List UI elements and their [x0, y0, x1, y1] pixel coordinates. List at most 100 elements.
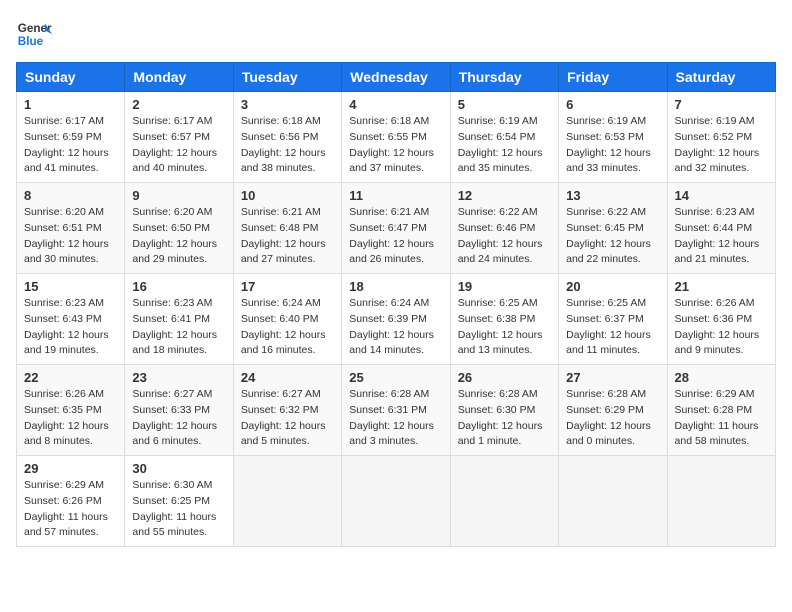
day-info: Sunrise: 6:24 AM Sunset: 6:40 PM Dayligh…	[241, 296, 334, 359]
day-number: 29	[24, 461, 117, 476]
day-number: 28	[675, 370, 768, 385]
day-info: Sunrise: 6:28 AM Sunset: 6:31 PM Dayligh…	[349, 387, 442, 450]
calendar-cell	[450, 456, 558, 547]
day-number: 22	[24, 370, 117, 385]
day-info: Sunrise: 6:26 AM Sunset: 6:35 PM Dayligh…	[24, 387, 117, 450]
calendar-cell: 29 Sunrise: 6:29 AM Sunset: 6:26 PM Dayl…	[17, 456, 125, 547]
calendar-cell: 24 Sunrise: 6:27 AM Sunset: 6:32 PM Dayl…	[233, 365, 341, 456]
day-info: Sunrise: 6:19 AM Sunset: 6:54 PM Dayligh…	[458, 114, 551, 177]
calendar-cell: 15 Sunrise: 6:23 AM Sunset: 6:43 PM Dayl…	[17, 274, 125, 365]
day-number: 3	[241, 97, 334, 112]
page-header: General Blue	[16, 16, 776, 52]
day-info: Sunrise: 6:22 AM Sunset: 6:46 PM Dayligh…	[458, 205, 551, 268]
calendar-cell: 8 Sunrise: 6:20 AM Sunset: 6:51 PM Dayli…	[17, 183, 125, 274]
svg-text:Blue: Blue	[18, 35, 44, 48]
day-info: Sunrise: 6:23 AM Sunset: 6:43 PM Dayligh…	[24, 296, 117, 359]
weekday-header-thursday: Thursday	[450, 63, 558, 92]
day-info: Sunrise: 6:27 AM Sunset: 6:33 PM Dayligh…	[132, 387, 225, 450]
calendar-cell: 13 Sunrise: 6:22 AM Sunset: 6:45 PM Dayl…	[559, 183, 667, 274]
day-info: Sunrise: 6:20 AM Sunset: 6:50 PM Dayligh…	[132, 205, 225, 268]
calendar-cell: 18 Sunrise: 6:24 AM Sunset: 6:39 PM Dayl…	[342, 274, 450, 365]
day-number: 12	[458, 188, 551, 203]
day-number: 1	[24, 97, 117, 112]
day-info: Sunrise: 6:28 AM Sunset: 6:30 PM Dayligh…	[458, 387, 551, 450]
day-info: Sunrise: 6:18 AM Sunset: 6:56 PM Dayligh…	[241, 114, 334, 177]
day-info: Sunrise: 6:23 AM Sunset: 6:44 PM Dayligh…	[675, 205, 768, 268]
day-number: 9	[132, 188, 225, 203]
day-info: Sunrise: 6:21 AM Sunset: 6:48 PM Dayligh…	[241, 205, 334, 268]
day-number: 5	[458, 97, 551, 112]
calendar-cell: 10 Sunrise: 6:21 AM Sunset: 6:48 PM Dayl…	[233, 183, 341, 274]
day-info: Sunrise: 6:26 AM Sunset: 6:36 PM Dayligh…	[675, 296, 768, 359]
calendar-cell: 1 Sunrise: 6:17 AM Sunset: 6:59 PM Dayli…	[17, 92, 125, 183]
day-number: 24	[241, 370, 334, 385]
day-number: 6	[566, 97, 659, 112]
day-number: 26	[458, 370, 551, 385]
weekday-header-tuesday: Tuesday	[233, 63, 341, 92]
day-info: Sunrise: 6:20 AM Sunset: 6:51 PM Dayligh…	[24, 205, 117, 268]
calendar-cell: 30 Sunrise: 6:30 AM Sunset: 6:25 PM Dayl…	[125, 456, 233, 547]
calendar-cell: 27 Sunrise: 6:28 AM Sunset: 6:29 PM Dayl…	[559, 365, 667, 456]
calendar-cell: 28 Sunrise: 6:29 AM Sunset: 6:28 PM Dayl…	[667, 365, 775, 456]
calendar-week-5: 29 Sunrise: 6:29 AM Sunset: 6:26 PM Dayl…	[17, 456, 776, 547]
calendar-cell: 20 Sunrise: 6:25 AM Sunset: 6:37 PM Dayl…	[559, 274, 667, 365]
day-info: Sunrise: 6:24 AM Sunset: 6:39 PM Dayligh…	[349, 296, 442, 359]
calendar-cell: 22 Sunrise: 6:26 AM Sunset: 6:35 PM Dayl…	[17, 365, 125, 456]
day-info: Sunrise: 6:22 AM Sunset: 6:45 PM Dayligh…	[566, 205, 659, 268]
day-info: Sunrise: 6:17 AM Sunset: 6:57 PM Dayligh…	[132, 114, 225, 177]
day-number: 16	[132, 279, 225, 294]
calendar-cell: 23 Sunrise: 6:27 AM Sunset: 6:33 PM Dayl…	[125, 365, 233, 456]
calendar-table: SundayMondayTuesdayWednesdayThursdayFrid…	[16, 62, 776, 547]
calendar-cell: 17 Sunrise: 6:24 AM Sunset: 6:40 PM Dayl…	[233, 274, 341, 365]
day-number: 27	[566, 370, 659, 385]
day-number: 10	[241, 188, 334, 203]
day-info: Sunrise: 6:29 AM Sunset: 6:28 PM Dayligh…	[675, 387, 768, 450]
day-number: 19	[458, 279, 551, 294]
calendar-cell: 2 Sunrise: 6:17 AM Sunset: 6:57 PM Dayli…	[125, 92, 233, 183]
calendar-week-1: 1 Sunrise: 6:17 AM Sunset: 6:59 PM Dayli…	[17, 92, 776, 183]
day-number: 23	[132, 370, 225, 385]
day-number: 30	[132, 461, 225, 476]
day-info: Sunrise: 6:25 AM Sunset: 6:37 PM Dayligh…	[566, 296, 659, 359]
weekday-header-monday: Monday	[125, 63, 233, 92]
day-info: Sunrise: 6:17 AM Sunset: 6:59 PM Dayligh…	[24, 114, 117, 177]
day-number: 17	[241, 279, 334, 294]
weekday-header-wednesday: Wednesday	[342, 63, 450, 92]
calendar-cell: 25 Sunrise: 6:28 AM Sunset: 6:31 PM Dayl…	[342, 365, 450, 456]
day-number: 13	[566, 188, 659, 203]
calendar-cell	[342, 456, 450, 547]
day-info: Sunrise: 6:25 AM Sunset: 6:38 PM Dayligh…	[458, 296, 551, 359]
day-number: 15	[24, 279, 117, 294]
calendar-cell: 5 Sunrise: 6:19 AM Sunset: 6:54 PM Dayli…	[450, 92, 558, 183]
day-number: 25	[349, 370, 442, 385]
logo-icon: General Blue	[16, 16, 52, 52]
calendar-week-3: 15 Sunrise: 6:23 AM Sunset: 6:43 PM Dayl…	[17, 274, 776, 365]
day-info: Sunrise: 6:30 AM Sunset: 6:25 PM Dayligh…	[132, 478, 225, 541]
day-number: 8	[24, 188, 117, 203]
weekday-header-sunday: Sunday	[17, 63, 125, 92]
weekday-header-saturday: Saturday	[667, 63, 775, 92]
calendar-week-4: 22 Sunrise: 6:26 AM Sunset: 6:35 PM Dayl…	[17, 365, 776, 456]
calendar-cell: 3 Sunrise: 6:18 AM Sunset: 6:56 PM Dayli…	[233, 92, 341, 183]
day-number: 2	[132, 97, 225, 112]
calendar-cell: 21 Sunrise: 6:26 AM Sunset: 6:36 PM Dayl…	[667, 274, 775, 365]
calendar-cell: 26 Sunrise: 6:28 AM Sunset: 6:30 PM Dayl…	[450, 365, 558, 456]
day-info: Sunrise: 6:23 AM Sunset: 6:41 PM Dayligh…	[132, 296, 225, 359]
day-info: Sunrise: 6:21 AM Sunset: 6:47 PM Dayligh…	[349, 205, 442, 268]
day-info: Sunrise: 6:19 AM Sunset: 6:53 PM Dayligh…	[566, 114, 659, 177]
day-number: 7	[675, 97, 768, 112]
logo: General Blue	[16, 16, 52, 52]
weekday-header-row: SundayMondayTuesdayWednesdayThursdayFrid…	[17, 63, 776, 92]
day-number: 20	[566, 279, 659, 294]
calendar-cell: 9 Sunrise: 6:20 AM Sunset: 6:50 PM Dayli…	[125, 183, 233, 274]
day-number: 21	[675, 279, 768, 294]
day-number: 4	[349, 97, 442, 112]
day-info: Sunrise: 6:27 AM Sunset: 6:32 PM Dayligh…	[241, 387, 334, 450]
day-number: 18	[349, 279, 442, 294]
calendar-cell: 7 Sunrise: 6:19 AM Sunset: 6:52 PM Dayli…	[667, 92, 775, 183]
calendar-cell: 16 Sunrise: 6:23 AM Sunset: 6:41 PM Dayl…	[125, 274, 233, 365]
calendar-body: 1 Sunrise: 6:17 AM Sunset: 6:59 PM Dayli…	[17, 92, 776, 547]
calendar-cell	[559, 456, 667, 547]
day-info: Sunrise: 6:29 AM Sunset: 6:26 PM Dayligh…	[24, 478, 117, 541]
calendar-cell	[233, 456, 341, 547]
